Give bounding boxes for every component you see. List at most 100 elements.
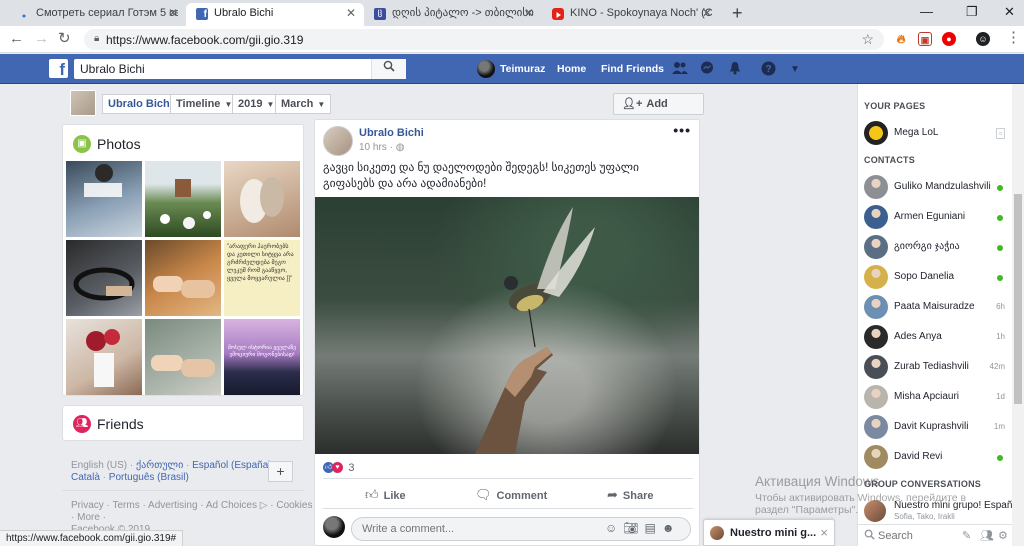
help-icon[interactable]: ? (761, 61, 776, 78)
contact-item[interactable]: გიორგი ჯაჭია (864, 235, 1009, 259)
photo-thumbnail-quote[interactable]: მოსულ ისტორია ყველაზე ემოციური მოგონების… (224, 319, 300, 395)
record-extension-icon[interactable]: ● (942, 32, 956, 46)
close-tab-icon[interactable]: ✕ (168, 3, 178, 24)
post-timestamp[interactable]: 10 hrs · ◍ (359, 142, 404, 153)
find-friends-link[interactable]: Find Friends (601, 63, 664, 75)
photo-thumbnail[interactable] (66, 319, 142, 395)
save-extension-icon[interactable]: ▣ (918, 32, 932, 46)
add-friend-button[interactable]: 👤︎+Add Friend (613, 93, 704, 130)
language-portuguese-link[interactable]: Português (Brasil) (109, 472, 189, 483)
photo-thumbnail[interactable] (66, 240, 142, 316)
add-language-button[interactable]: + (268, 461, 293, 482)
profile-nav-strip: Ubralo Bichi Timeline ▼ 2019 ▼ March ▼ 👤︎+ A… (62, 86, 704, 130)
photo-thumbnail[interactable] (145, 319, 221, 395)
forward-arrow-icon[interactable]: → (34, 31, 49, 47)
chat-search-bar[interactable]: ✎ 👥︎ ⚙ (858, 524, 1013, 546)
page-settings-icon[interactable]: ▫ (996, 128, 1005, 139)
close-window-icon[interactable]: ✕ (1004, 4, 1015, 20)
close-chat-icon[interactable]: × (820, 525, 828, 540)
compose-icon[interactable]: ✎ (962, 529, 971, 542)
year-dropdown[interactable]: 2019 ▼ (232, 94, 281, 114)
camera-icon[interactable]: 📷︎ (623, 521, 644, 535)
messenger-icon[interactable] (700, 61, 714, 77)
windows-activation-watermark: Активация Windows Чтобы активировать Win… (755, 474, 966, 516)
friends-title[interactable]: Friends (97, 416, 144, 432)
user-profile-link[interactable]: Teimuraz (500, 63, 545, 75)
footer-more-link[interactable]: · More · (71, 512, 106, 523)
address-bar[interactable]: 🔒︎ https://www.facebook.com/gii.gio.319 … (84, 29, 884, 50)
close-tab-icon[interactable]: ✕ (702, 3, 712, 24)
facebook-search-input[interactable] (74, 59, 406, 79)
url-text: https://www.facebook.com/gii.gio.319 (106, 33, 304, 47)
chat-settings-icon[interactable]: ⚙ (998, 529, 1008, 542)
new-tab-button[interactable]: + (732, 3, 743, 23)
contact-item[interactable]: Sopo Danelia (864, 265, 1009, 289)
search-icon[interactable] (371, 59, 406, 79)
reload-icon[interactable]: ↻ (58, 31, 71, 47)
flame-extension-icon[interactable]: 🔥︎ (894, 32, 908, 46)
last-active-time: 6h (996, 302, 1005, 311)
photos-title[interactable]: Photos (97, 136, 141, 152)
close-tab-icon[interactable]: ✕ (346, 3, 356, 24)
photo-thumbnail-quote[interactable]: "არაფერი ჰაერობებს და კეთილი სიტყვა არა … (224, 240, 300, 316)
profile-avatar-icon[interactable]: ☺ (976, 32, 990, 46)
contact-item[interactable]: Davit Kuprashvili 1m (864, 415, 1009, 439)
chrome-menu-icon[interactable]: ⋮ (1006, 30, 1021, 46)
language-catalan-link[interactable]: Català (71, 472, 100, 483)
gif-icon[interactable]: ▤ (645, 521, 662, 535)
post-divider (323, 478, 693, 479)
sticker-icon[interactable]: ☻ (662, 521, 681, 535)
notifications-bell-icon[interactable] (728, 61, 742, 77)
footer-links[interactable]: Privacy · Terms · Advertising · Ad Choic… (71, 500, 312, 511)
browser-tab-georgian[interactable]: ჱ დღის პიტალო -> თბილისის... ✕ (364, 3, 542, 26)
photo-thumbnail[interactable] (145, 240, 221, 316)
browser-tab-youtube[interactable]: KINO - Spokoynaya Noch' (C ✕ (542, 3, 720, 26)
page-scrollbar[interactable] (1012, 84, 1024, 546)
chat-tab[interactable]: Nuestro mini g... × (703, 519, 835, 546)
friend-requests-icon[interactable] (672, 61, 688, 77)
comment-button[interactable]: 🗨︎ Comment (475, 487, 547, 503)
share-button[interactable]: ➦ Share (607, 487, 653, 503)
close-tab-icon[interactable]: ✕ (524, 3, 534, 24)
bookmark-star-icon[interactable]: ☆ (861, 31, 874, 48)
contact-item[interactable]: Guliko Mandzulashvili (864, 175, 1009, 199)
home-link[interactable]: Home (557, 63, 586, 75)
photo-thumbnail[interactable] (145, 161, 221, 237)
language-spanish-link[interactable]: Español (España) (192, 460, 272, 471)
profile-name-link[interactable]: Ubralo Bichi (102, 94, 179, 114)
restore-icon[interactable]: ❐ (966, 4, 978, 20)
profile-thumbnail[interactable] (70, 90, 96, 116)
contact-item[interactable]: Paata Maisuradze 6h (864, 295, 1009, 319)
month-dropdown[interactable]: March ▼ (275, 94, 332, 114)
timeline-dropdown[interactable]: Timeline ▼ (170, 94, 239, 114)
browser-tab-ubralo[interactable]: f Ubralo Bichi ✕ (186, 3, 364, 26)
back-arrow-icon[interactable]: ← (9, 31, 24, 47)
watermark-line: раздел "Параметры". (755, 504, 859, 516)
photo-thumbnail[interactable] (66, 161, 142, 237)
photo-thumbnail[interactable] (224, 161, 300, 237)
contact-item[interactable]: Ades Anya 1h (864, 325, 1009, 349)
post-photo[interactable] (315, 197, 699, 454)
like-button[interactable]: 👍︎ Like (365, 487, 406, 503)
contact-item[interactable]: Zurab Tediashvili 42m (864, 355, 1009, 379)
minimize-icon[interactable]: — (920, 4, 933, 19)
chat-search-input[interactable] (878, 528, 948, 544)
user-avatar[interactable] (477, 60, 495, 78)
account-menu-caret-icon[interactable]: ▼ (790, 63, 800, 77)
page-item-mega-lol[interactable]: Mega LoL ▫ (864, 121, 1009, 145)
scrollbar-thumb[interactable] (1014, 194, 1022, 404)
browser-tab-gotham[interactable]: Смотреть сериал Готэм 5 сезон ✕ (8, 3, 186, 26)
contact-item[interactable]: Armen Eguniani (864, 205, 1009, 229)
new-group-icon[interactable]: 👥︎ (980, 529, 994, 542)
facebook-logo-icon[interactable]: f (49, 59, 68, 78)
contact-item[interactable]: David Revi (864, 445, 1009, 469)
language-georgian-link[interactable]: ქართული (136, 460, 183, 471)
emoji-icon[interactable]: ☺ (605, 521, 623, 535)
contact-name: Davit Kuprashvili (894, 421, 969, 432)
reactions-summary[interactable]: 👍︎ ♥ 3 (323, 460, 354, 474)
post-author-avatar[interactable] (323, 126, 353, 156)
contact-item[interactable]: Misha Apciauri 1d (864, 385, 1009, 409)
post-author-link[interactable]: Ubralo Bichi (359, 127, 424, 139)
post-options-icon[interactable]: ••• (673, 122, 691, 138)
contacts-heading: CONTACTS (864, 155, 915, 165)
